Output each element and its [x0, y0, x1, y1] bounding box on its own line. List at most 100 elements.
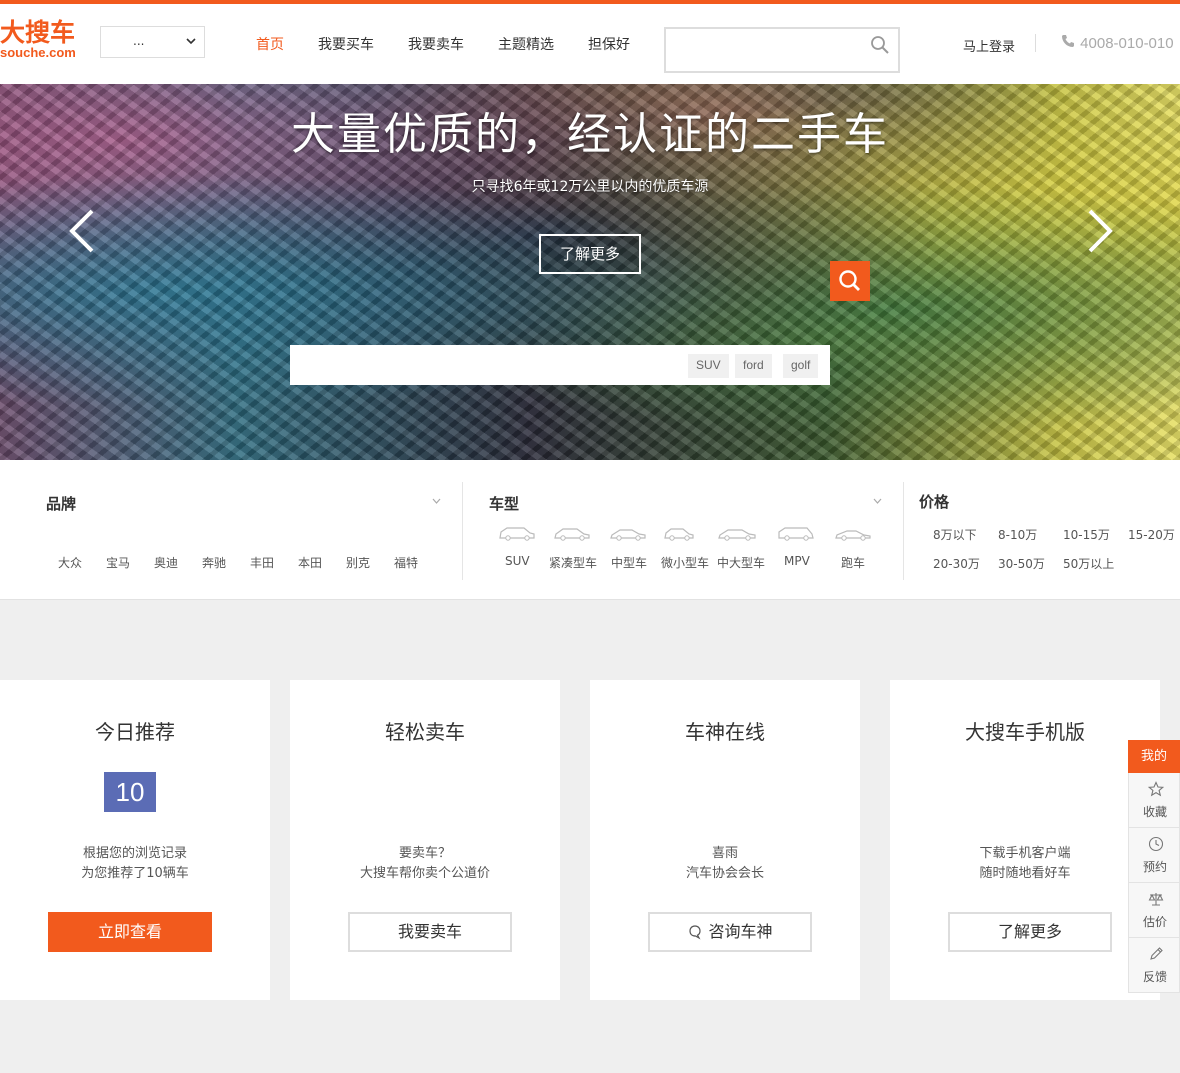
hero-banner: 大量优质的，经认证的二手车 只寻找6年或12万公里以内的优质车源 了解更多 SU… [0, 84, 1180, 460]
hotline: 4008-010-010 [1060, 34, 1174, 52]
card-today-recommend: 今日推荐 10 根据您的浏览记录 为您推荐了10辆车 立即查看 [0, 680, 270, 1000]
card-desc-line: 要卖车？ [398, 846, 451, 861]
card-description: 喜雨 汽车协会会长 [590, 844, 860, 884]
type-item[interactable]: 跑车 [841, 554, 865, 571]
chevron-down-icon [186, 38, 196, 45]
search-tag[interactable]: ford [735, 354, 772, 378]
nav-buy-car[interactable]: 我要买车 [318, 34, 374, 54]
brand-item[interactable]: 奥迪 [154, 554, 178, 571]
hero-search-input[interactable]: SUV ford golf [290, 345, 830, 385]
phone-icon [1062, 35, 1074, 47]
pencil-icon [1150, 947, 1163, 960]
search-icon[interactable] [870, 35, 890, 55]
city-select[interactable]: ... [100, 26, 205, 58]
appointment-button[interactable]: 预约 [1128, 828, 1180, 883]
card-desc-line: 喜雨 [711, 846, 738, 861]
card-desc-line: 为您推荐了10辆车 [81, 866, 189, 881]
header-search-input[interactable] [664, 27, 900, 73]
logo-text-cn: 大搜车 [0, 18, 76, 47]
learn-more-button[interactable]: 了解更多 [948, 912, 1112, 952]
price-filter-title: 价格 [919, 493, 950, 511]
price-item[interactable]: 10-15万 [1063, 526, 1110, 543]
price-item[interactable]: 15-20万 [1128, 526, 1175, 543]
feedback-button[interactable]: 反馈 [1128, 938, 1180, 993]
logo[interactable]: 大搜车 souche.com [0, 20, 86, 60]
hero-subtitle: 只寻找6年或12万公里以内的优质车源 [471, 179, 709, 195]
view-now-button[interactable]: 立即查看 [48, 912, 212, 952]
card-title: 今日推荐 [95, 720, 175, 744]
type-filter-title: 车型 [489, 495, 520, 513]
valuation-button[interactable]: 估价 [1128, 883, 1180, 938]
brand-item[interactable]: 奔驰 [202, 554, 226, 571]
chevron-down-icon[interactable] [432, 498, 441, 504]
type-item[interactable]: 中大型车 [717, 554, 765, 571]
nav-home[interactable]: 首页 [256, 34, 284, 54]
favorites-label: 收藏 [1142, 805, 1167, 819]
sports-car-icon [835, 530, 871, 541]
search-tag[interactable]: golf [783, 354, 819, 378]
card-desc-line: 大搜车帮你卖个公道价 [359, 866, 490, 881]
price-item[interactable]: 20-30万 [933, 555, 980, 572]
hero-learn-more-button[interactable]: 了解更多 [539, 234, 641, 274]
compact-car-icon [554, 528, 590, 541]
my-account-tab[interactable]: 我的 [1128, 740, 1180, 773]
recommend-count-badge: 10 [104, 772, 156, 812]
price-item[interactable]: 50万以上 [1063, 555, 1114, 572]
scale-icon [1148, 893, 1164, 906]
mpv-icon [778, 527, 814, 541]
card-title: 轻松卖车 [385, 720, 465, 744]
clock-icon [1148, 836, 1164, 852]
consult-expert-label: 咨询车神 [708, 922, 773, 941]
mini-car-icon [664, 528, 694, 541]
header-divider [1035, 34, 1036, 52]
price-item[interactable]: 30-50万 [998, 555, 1045, 572]
card-title: 大搜车手机版 [965, 720, 1085, 744]
chevron-down-icon[interactable] [873, 498, 882, 504]
brand-item[interactable]: 别克 [346, 554, 370, 571]
favorites-button[interactable]: 收藏 [1128, 773, 1180, 828]
card-desc-line: 汽车协会会长 [685, 866, 764, 881]
feedback-label: 反馈 [1142, 970, 1167, 984]
appointment-label: 预约 [1142, 860, 1167, 874]
nav-featured[interactable]: 主题精选 [498, 34, 554, 54]
nav-guarantee[interactable]: 担保好 [588, 34, 630, 54]
filter-divider [462, 482, 463, 580]
card-description: 下载手机客户端 随时随地看好车 [890, 844, 1160, 884]
brand-item[interactable]: 大众 [58, 554, 82, 571]
consult-expert-button[interactable]: 咨询车神 [648, 912, 812, 952]
sell-car-button[interactable]: 我要卖车 [348, 912, 512, 952]
nav-sell-car[interactable]: 我要卖车 [408, 34, 464, 54]
brand-item[interactable]: 宝马 [106, 554, 130, 571]
login-link[interactable]: 马上登录 [963, 36, 1015, 55]
filter-divider [903, 482, 904, 580]
midsize-car-icon [610, 529, 646, 541]
price-item[interactable]: 8万以下 [933, 526, 977, 543]
chevron-left-icon[interactable] [66, 209, 96, 253]
brand-item[interactable]: 福特 [394, 554, 418, 571]
search-tag[interactable]: SUV [688, 354, 729, 378]
city-select-value: ... [133, 34, 145, 48]
brand-item[interactable]: 丰田 [250, 554, 274, 571]
card-title: 车神在线 [685, 720, 765, 744]
card-description: 根据您的浏览记录 为您推荐了10辆车 [0, 844, 270, 884]
card-description: 要卖车？ 大搜车帮你卖个公道价 [290, 844, 560, 884]
logo-text-en: souche.com [0, 45, 76, 60]
card-mobile-app: 大搜车手机版 下载手机客户端 随时随地看好车 了解更多 [890, 680, 1160, 1000]
type-item[interactable]: SUV [505, 554, 530, 568]
type-item[interactable]: 微小型车 [661, 554, 709, 571]
type-item[interactable]: 中型车 [611, 554, 647, 571]
card-desc-line: 下载手机客户端 [979, 846, 1071, 861]
floating-toolbar: 我的 收藏 预约 估价 反馈 [1128, 740, 1180, 993]
type-item[interactable]: 紧凑型车 [549, 554, 597, 571]
hero-title: 大量优质的，经认证的二手车 [291, 109, 889, 160]
suv-icon [499, 527, 535, 541]
price-item[interactable]: 8-10万 [998, 526, 1037, 543]
chevron-right-icon[interactable] [1086, 209, 1116, 253]
hero-search-button[interactable] [830, 261, 870, 301]
brand-filter-title: 品牌 [46, 495, 77, 513]
large-car-icon [718, 529, 756, 541]
brand-item[interactable]: 本田 [298, 554, 322, 571]
type-item[interactable]: MPV [784, 554, 810, 568]
search-icon [839, 270, 860, 291]
card-desc-line: 根据您的浏览记录 [82, 846, 187, 861]
